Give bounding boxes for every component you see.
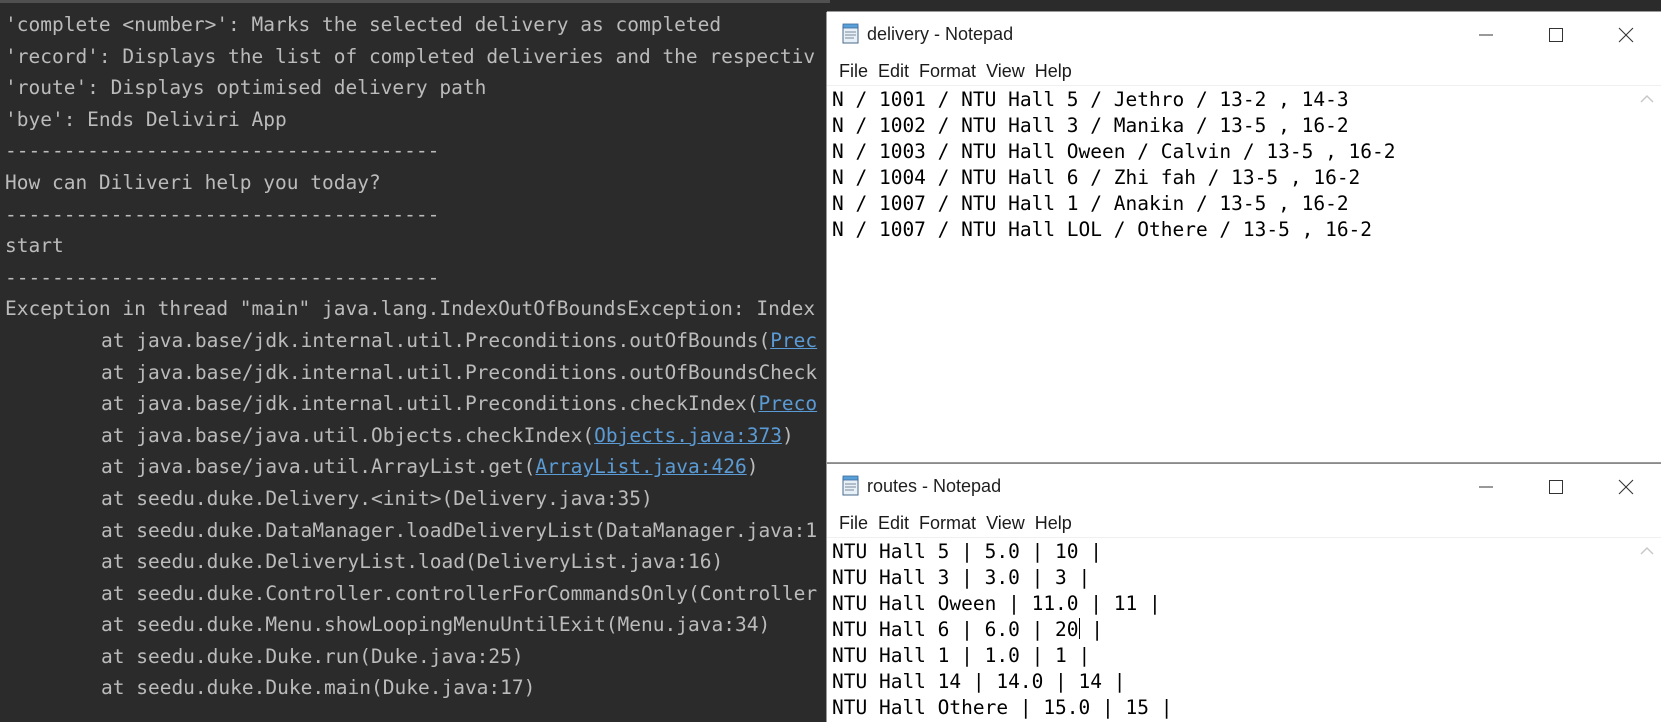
console-line: start	[5, 234, 64, 258]
text-line: N / 1002 / NTU Hall 3 / Manika / 13-5 , …	[832, 114, 1349, 137]
delivery-notepad-window[interactable]: delivery - Notepad File Edit Format View…	[827, 12, 1661, 463]
close-button[interactable]	[1591, 464, 1661, 509]
stack-frame-text: at seedu.duke.DataManager.loadDeliveryLi…	[101, 518, 818, 542]
text-line: N / 1004 / NTU Hall 6 / Zhi fah / 13-5 ,…	[832, 166, 1361, 189]
stack-trace-line: at java.base/java.util.Objects.checkInde…	[5, 420, 817, 452]
stack-trace-line: at seedu.duke.Controller.controllerForCo…	[5, 578, 817, 610]
console-line: -------------------------------------	[5, 139, 440, 163]
stack-trace-line: at java.base/jdk.internal.util.Precondit…	[5, 388, 817, 420]
menu-file[interactable]: File	[834, 509, 873, 537]
title-bar[interactable]: delivery - Notepad	[827, 12, 1661, 57]
console-line: Exception in thread "main" java.lang.Ind…	[5, 297, 816, 321]
console-top-border	[0, 0, 830, 3]
text-line: NTU Hall 5 | 5.0 | 10 |	[832, 540, 1103, 563]
maximize-button[interactable]	[1521, 464, 1591, 509]
maximize-icon	[1549, 479, 1563, 494]
text-line: NTU Hall 1 | 1.0 | 1 |	[832, 644, 1091, 667]
menu-format[interactable]: Format	[914, 509, 981, 537]
close-icon	[1618, 27, 1634, 42]
console-line: 'complete <number>': Marks the selected …	[5, 13, 722, 36]
stack-trace-line: at seedu.duke.Duke.main(Duke.java:17)	[5, 672, 817, 704]
text-line: N / 1007 / NTU Hall LOL / Othere / 13-5 …	[832, 218, 1373, 241]
menu-edit[interactable]: Edit	[873, 57, 914, 85]
stack-trace-line: at seedu.duke.DeliveryList.load(Delivery…	[5, 546, 817, 578]
source-link[interactable]: Objects.java:373	[594, 424, 782, 447]
stack-trace-line: at seedu.duke.Menu.showLoopingMenuUntilE…	[5, 609, 817, 641]
minimize-button[interactable]	[1451, 464, 1521, 509]
menu-help[interactable]: Help	[1030, 57, 1077, 85]
stack-frame-suffix: )	[781, 423, 794, 447]
window-title: delivery - Notepad	[867, 24, 1014, 44]
text-line: NTU Hall Oween | 11.0 | 11 |	[832, 592, 1161, 615]
stack-frame-text: at seedu.duke.Controller.controllerForCo…	[101, 581, 818, 605]
text-line: N / 1003 / NTU Hall Oween / Calvin / 13-…	[832, 140, 1396, 163]
stack-trace-line: at java.base/jdk.internal.util.Precondit…	[5, 357, 817, 389]
routes-notepad-window[interactable]: routes - Notepad File Edit Format View H…	[827, 463, 1661, 722]
menu-view[interactable]: View	[981, 57, 1030, 85]
menu-file[interactable]: File	[834, 57, 873, 85]
console-line: 'route': Displays optimised delivery pat…	[5, 76, 487, 100]
stack-frame-text: at seedu.duke.DeliveryList.load(Delivery…	[101, 550, 724, 574]
notepad-app-icon	[842, 475, 859, 496]
minimize-button[interactable]	[1451, 12, 1521, 57]
text-line: N / 1007 / NTU Hall 1 / Anakin / 13-5 , …	[832, 192, 1349, 215]
menu-bar: File Edit Format View Help	[827, 509, 1661, 538]
source-link[interactable]: Prec	[770, 329, 817, 352]
stack-trace-line: at seedu.duke.Delivery.<init>(Delivery.j…	[5, 483, 817, 515]
stack-trace-line: at seedu.duke.DataManager.loadDeliveryLi…	[5, 515, 817, 547]
window-title: routes - Notepad	[867, 476, 1002, 496]
stack-trace-line: at seedu.duke.Duke.run(Duke.java:25)	[5, 641, 817, 673]
text-line: N / 1001 / NTU Hall 5 / Jethro / 13-2 , …	[832, 88, 1349, 111]
stack-frame-text: at java.base/jdk.internal.util.Precondit…	[101, 360, 818, 384]
text-line-with-caret: NTU Hall 6 | 6.0 | 20 |	[832, 617, 1661, 643]
stack-frame-text: at seedu.duke.Duke.run(Duke.java:25)	[101, 644, 524, 668]
text-line: NTU Hall Othere | 15.0 | 15 |	[832, 696, 1173, 719]
scroll-up-arrow-icon[interactable]	[1638, 92, 1656, 106]
maximize-button[interactable]	[1521, 12, 1591, 57]
console-line: How can Diliveri help you today?	[5, 170, 381, 194]
menu-help[interactable]: Help	[1030, 509, 1077, 537]
stack-frame-text: at java.base/jdk.internal.util.Precondit…	[101, 328, 771, 352]
stack-frame-text: at seedu.duke.Menu.showLoopingMenuUntilE…	[101, 613, 771, 637]
maximize-icon	[1549, 27, 1563, 42]
text-before-caret: NTU Hall 6 | 6.0 | 20	[832, 618, 1079, 641]
stack-trace-line: at java.base/jdk.internal.util.Precondit…	[5, 325, 817, 357]
menu-bar: File Edit Format View Help	[827, 57, 1661, 86]
text-editor[interactable]: NTU Hall 5 | 5.0 | 10 | NTU Hall 3 | 3.0…	[827, 538, 1661, 721]
title-bar[interactable]: routes - Notepad	[827, 464, 1661, 509]
notepad-app-icon	[842, 23, 859, 44]
stack-frame-suffix: )	[746, 455, 759, 479]
source-link[interactable]: ArrayList.java:426	[535, 455, 746, 478]
console-output[interactable]: 'complete <number>': Marks the selected …	[5, 9, 817, 704]
minimize-icon	[1479, 486, 1493, 487]
scroll-up-arrow-icon[interactable]	[1638, 544, 1656, 558]
minimize-icon	[1479, 34, 1493, 35]
menu-format[interactable]: Format	[914, 57, 981, 85]
source-link[interactable]: Preco	[758, 392, 817, 415]
stack-frame-text: at java.base/jdk.internal.util.Precondit…	[101, 392, 759, 416]
close-button[interactable]	[1591, 12, 1661, 57]
console-line: 'record': Displays the list of completed…	[5, 44, 816, 68]
stack-frame-text: at seedu.duke.Duke.main(Duke.java:17)	[101, 676, 536, 700]
text-line: NTU Hall 14 | 14.0 | 14 |	[832, 670, 1126, 693]
stack-frame-text: at java.base/java.util.Objects.checkInde…	[101, 423, 595, 447]
console-line: -------------------------------------	[5, 265, 440, 289]
menu-edit[interactable]: Edit	[873, 509, 914, 537]
console-line: -------------------------------------	[5, 202, 440, 226]
text-after-caret: |	[1079, 618, 1104, 641]
console-line: 'bye': Ends Deliviri App	[5, 107, 287, 131]
text-line: NTU Hall 3 | 3.0 | 3 |	[832, 566, 1091, 589]
stack-frame-text: at java.base/java.util.ArrayList.get(	[101, 455, 536, 479]
close-icon	[1618, 479, 1634, 494]
stack-frame-text: at seedu.duke.Delivery.<init>(Delivery.j…	[101, 486, 653, 510]
menu-view[interactable]: View	[981, 509, 1030, 537]
stack-trace-line: at java.base/java.util.ArrayList.get(Arr…	[5, 451, 817, 483]
text-editor[interactable]: N / 1001 / NTU Hall 5 / Jethro / 13-2 , …	[827, 86, 1661, 243]
